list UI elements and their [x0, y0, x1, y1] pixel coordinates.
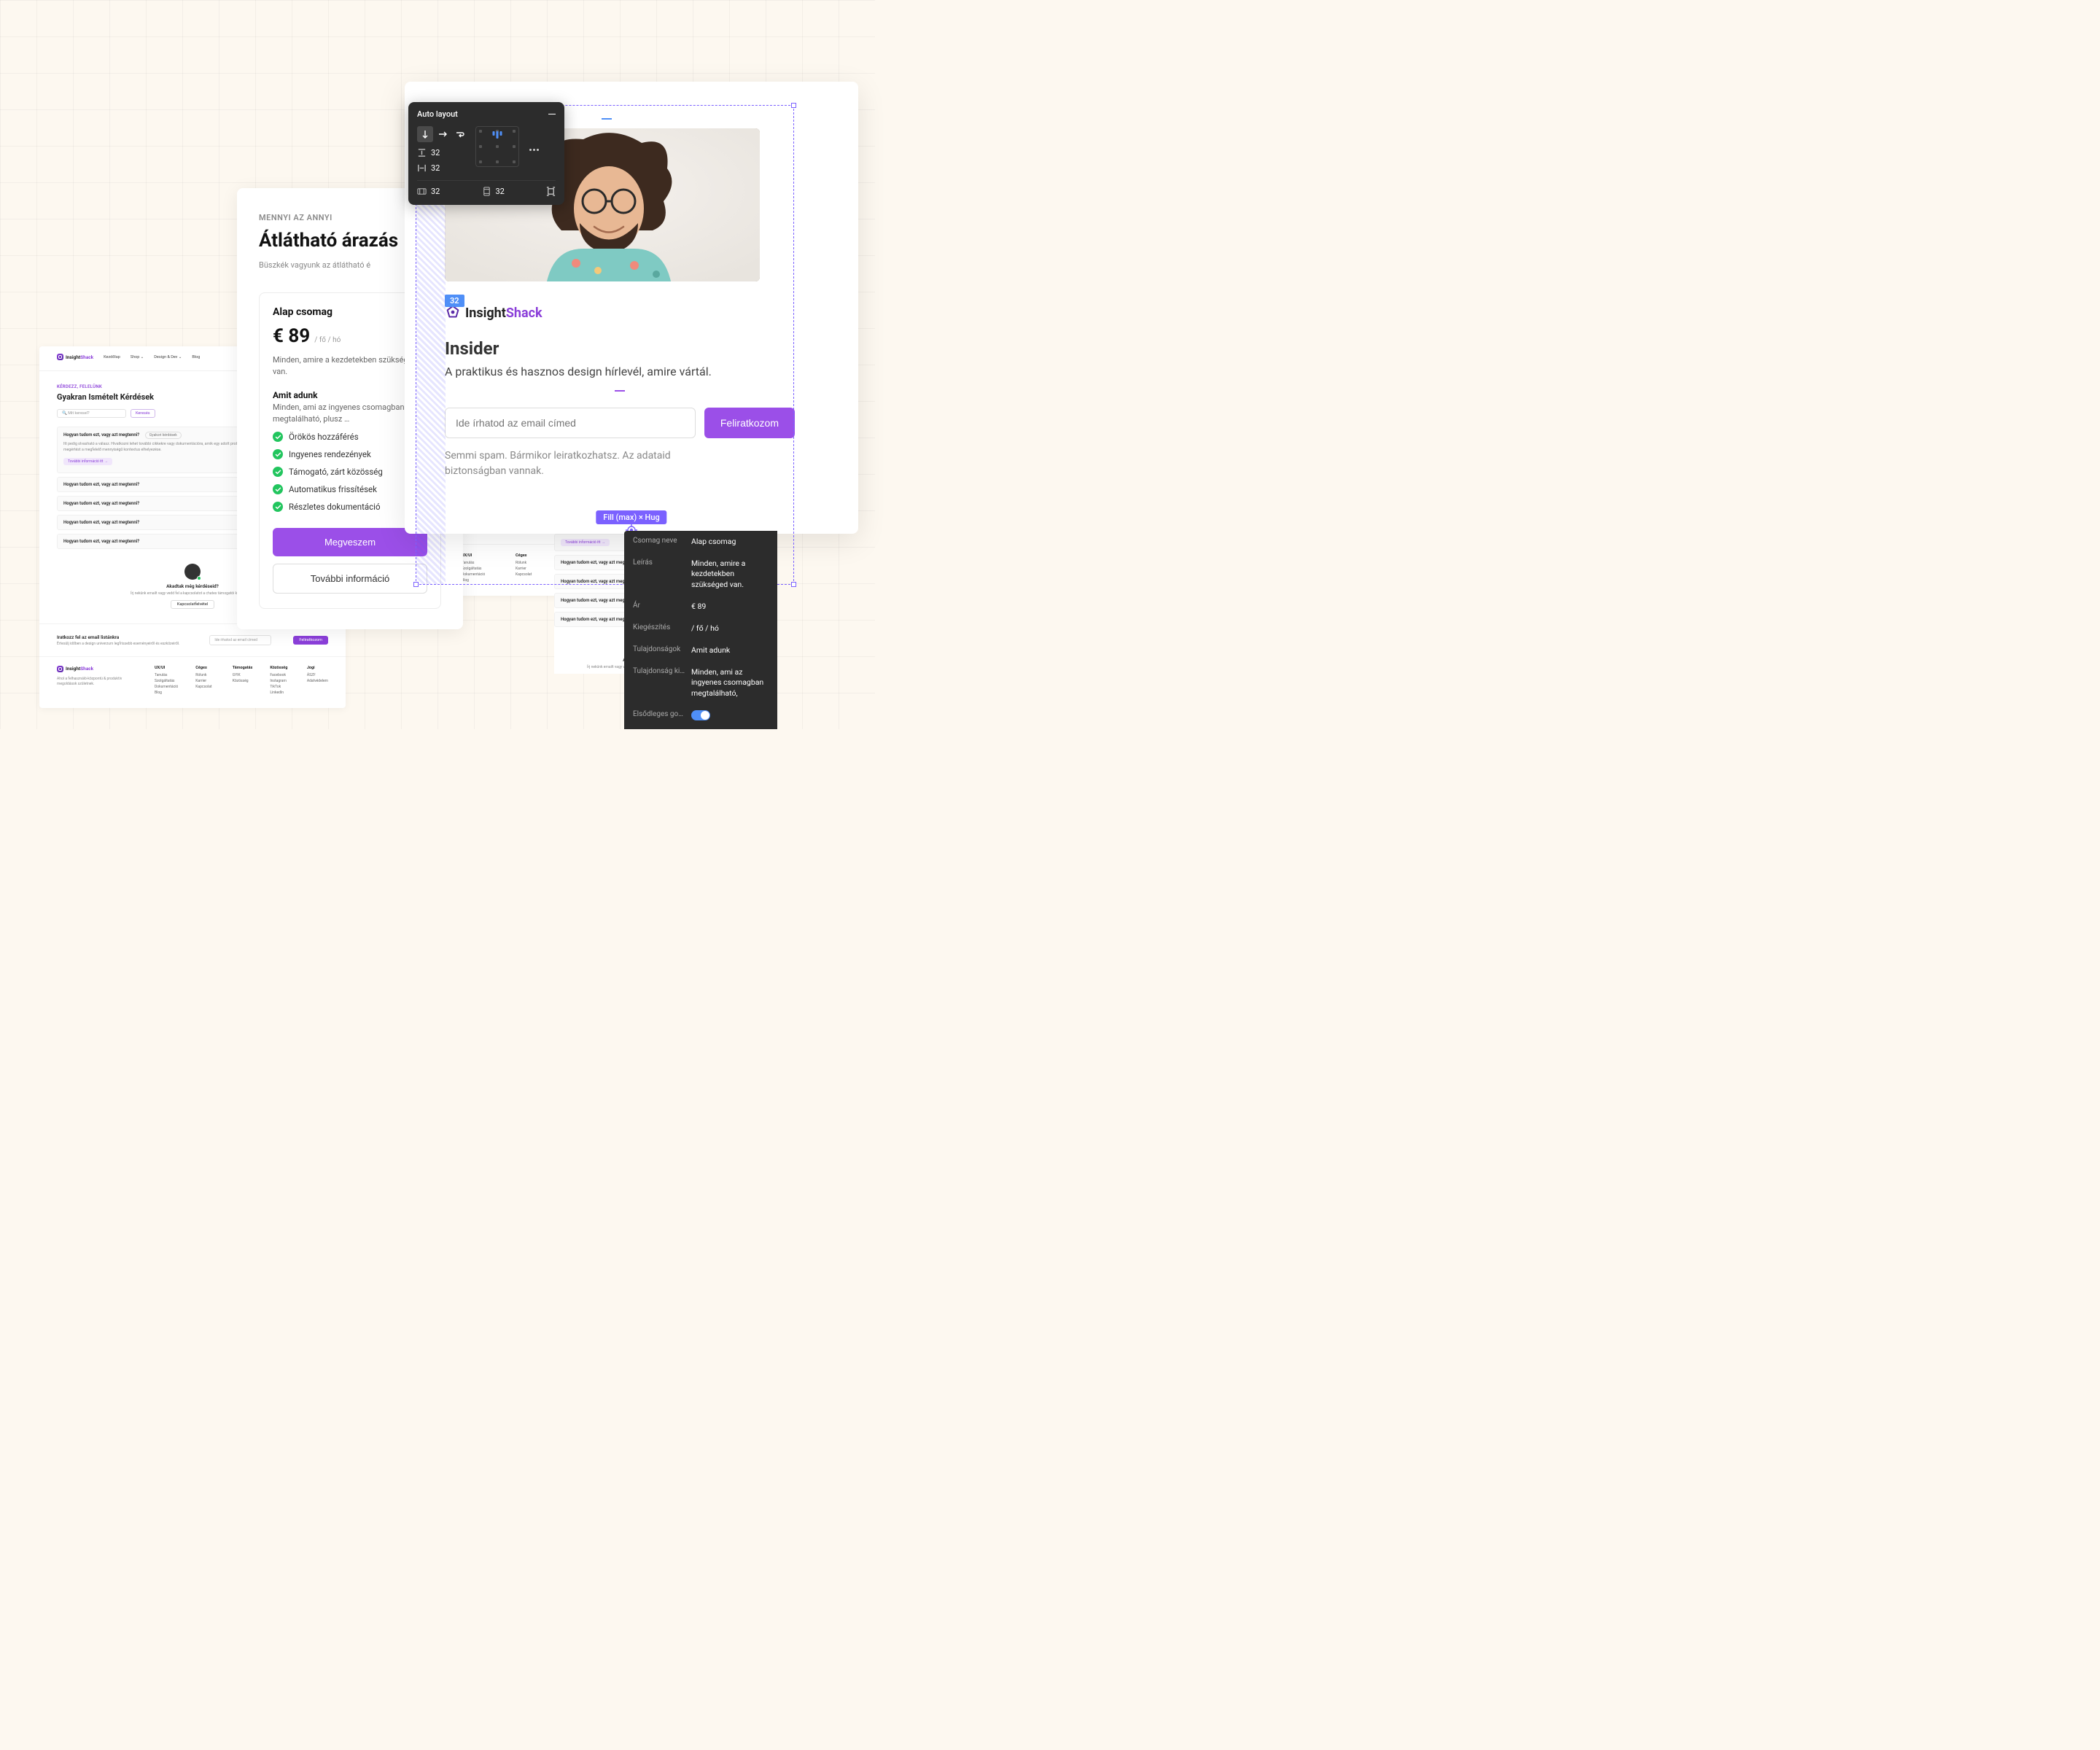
search-button[interactable]: Keresés	[131, 409, 155, 418]
check-icon	[273, 449, 283, 459]
check-icon	[273, 484, 283, 494]
top-nav: Kezdőlap Shop ⌄ Design & Dev ⌄ Blog	[104, 355, 200, 359]
nav-item[interactable]: Shop ⌄	[131, 355, 144, 359]
spacing-badge: 32	[445, 295, 464, 307]
prop-value[interactable]: / fő / hó	[691, 623, 769, 634]
plan-unit: / fő / hó	[314, 336, 341, 344]
plan-price: € 89	[273, 325, 310, 347]
more-info-button[interactable]: További információ	[273, 564, 427, 594]
prop-value[interactable]: Minden, ami az ingyenes csomagban megtal…	[691, 667, 769, 699]
prop-value[interactable]: Minden, amire a kezdetekben szükséged va…	[691, 559, 769, 590]
contact-button[interactable]: Kapcsolatfelvétel	[171, 600, 214, 609]
selection-mark-icon	[602, 118, 612, 120]
brand-logo: InsightShack	[445, 305, 795, 321]
accent-divider	[615, 390, 625, 392]
auto-layout-panel[interactable]: Auto layout 32 32	[408, 102, 564, 205]
prop-value[interactable]: Alap csomag	[691, 537, 769, 547]
nav-item[interactable]: Design & Dev ⌄	[154, 355, 182, 359]
nav-item[interactable]: Blog	[192, 355, 200, 359]
prop-toggle[interactable]	[691, 710, 769, 723]
direction-wrap-button[interactable]	[452, 126, 468, 142]
check-icon	[273, 467, 283, 477]
panel-title: Auto layout	[417, 109, 458, 119]
minimize-icon[interactable]	[548, 114, 556, 115]
logo: InsightShack	[57, 354, 93, 360]
subscribe-button[interactable]: Feliratkozom	[704, 408, 795, 438]
faq-more-link[interactable]: További információ itt →	[63, 458, 112, 465]
buy-button[interactable]: Megveszem	[273, 528, 427, 556]
properties-panel[interactable]: Csomag neveAlap csomag LeírásMinden, ami…	[624, 531, 777, 729]
check-icon	[273, 432, 283, 442]
search-input[interactable]: 🔍 Mit keresel?	[57, 409, 126, 418]
direction-buttons	[417, 126, 468, 142]
newsletter-input[interactable]: Ide írhatod az email címed	[209, 635, 271, 645]
gap-horizontal[interactable]: 32	[417, 163, 468, 173]
gap-vertical[interactable]: 32	[417, 148, 468, 158]
logo-icon	[445, 305, 461, 321]
email-disclaimer: Semmi spam. Bármikor leiratkozhatsz. Az …	[445, 448, 722, 479]
expand-padding-icon[interactable]	[546, 187, 556, 196]
newsletter-sub: A praktikus és hasznos design hírlevél, …	[445, 365, 795, 378]
frame-size-pill: Fill (max) × Hug	[596, 510, 666, 524]
prop-value[interactable]: € 89	[691, 602, 769, 612]
footer: InsightShack Ahol a felhasználó-központú…	[39, 656, 346, 708]
avatar	[184, 564, 201, 580]
check-icon	[273, 502, 283, 512]
resize-handle[interactable]	[791, 103, 796, 108]
more-options-icon[interactable]	[529, 126, 539, 173]
direction-vertical-button[interactable]	[417, 126, 433, 142]
prop-value[interactable]: Amit adunk	[691, 645, 769, 656]
email-input[interactable]	[445, 408, 696, 438]
nav-item[interactable]: Kezdőlap	[104, 355, 120, 359]
newsletter-button[interactable]: Feliratkozom	[293, 636, 328, 645]
direction-horizontal-button[interactable]	[435, 126, 451, 142]
padding-vertical[interactable]: 32	[482, 187, 505, 196]
newsletter-heading: Insider	[445, 338, 795, 359]
padding-horizontal[interactable]: 32	[417, 187, 440, 196]
alignment-grid[interactable]	[475, 126, 519, 167]
